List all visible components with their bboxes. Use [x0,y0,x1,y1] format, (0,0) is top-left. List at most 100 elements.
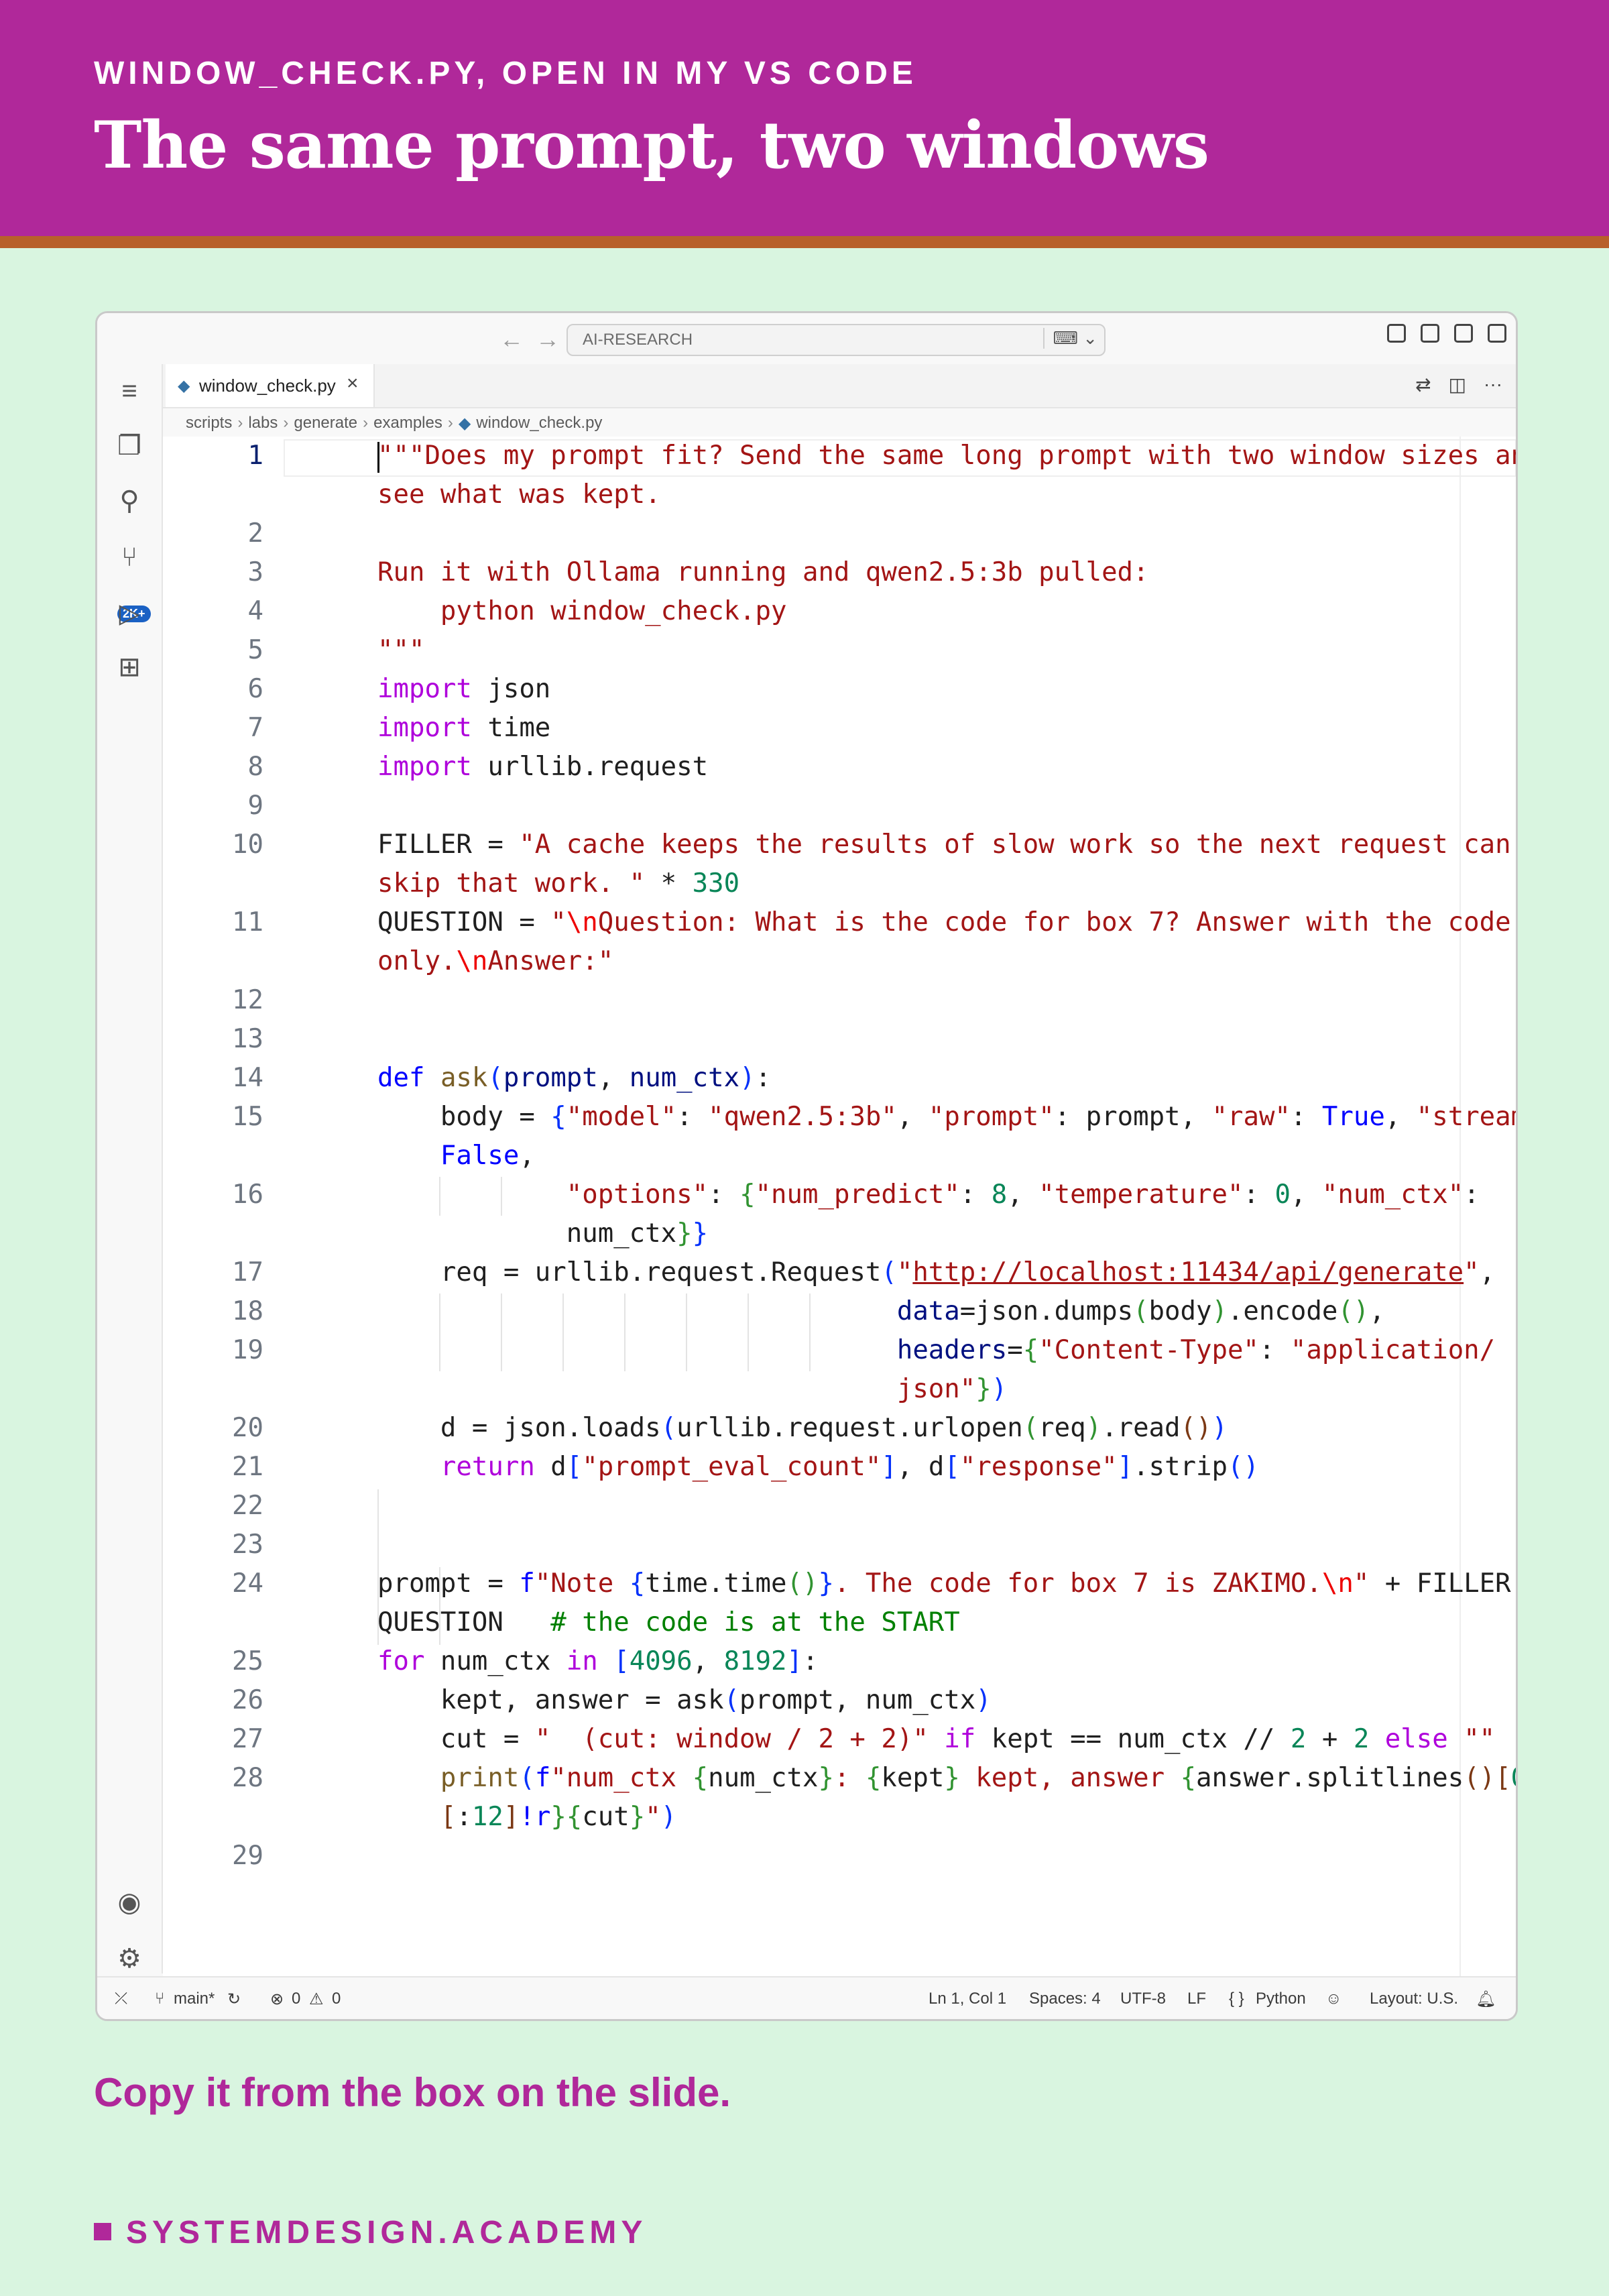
brand-square-icon [94,2223,111,2241]
close-icon[interactable]: × [347,372,359,395]
copilot-status-icon[interactable]: ☺ [1325,1990,1342,2008]
chevron-right-icon: › [363,414,369,432]
more-actions-icon[interactable]: ··· [1484,374,1502,396]
copilot-icon[interactable]: ⌨ ⌄ [1043,328,1097,349]
sync-icon[interactable]: ↻ [227,1990,241,2009]
brand: SYSTEMDESIGN.ACADEMY [94,2214,647,2251]
toggle-panel-icon[interactable] [1454,324,1473,343]
toggle-primary-sidebar-icon[interactable] [1421,324,1439,343]
code-line: "options": {"num_predict": 8, "temperatu… [566,1180,1480,1210]
chevron-right-icon: › [237,414,243,432]
breadcrumb-labs[interactable]: labs [248,414,278,433]
line-number: 3 [247,557,263,587]
code-line: QUESTION # the code is at the START [377,1607,960,1638]
code-line: False, [440,1141,535,1171]
extensions-icon[interactable]: ⊞ [113,651,145,683]
account-icon[interactable]: ◉ [113,1886,145,1918]
line-number: 27 [232,1724,263,1754]
breadcrumb-examples[interactable]: examples [373,414,442,433]
warning-count[interactable]: 0 [332,1990,341,2008]
line-number: 17 [232,1257,263,1287]
keyboard-layout[interactable]: Layout: U.S. [1370,1990,1458,2008]
python-file-icon: ◆ [458,414,471,433]
code-line: skip that work. " * 330 [377,868,740,899]
branch-icon: ⑂ [155,1990,165,2008]
code-line: print(f"num_ctx {num_ctx}: {kept} kept, … [440,1763,1516,1793]
line-number: 10 [232,829,263,860]
run-debug-icon[interactable]: ▷ [113,597,145,630]
line-number: 22 [232,1491,263,1521]
source-control-icon[interactable]: ⑂ [113,541,145,573]
line-number: 20 [232,1413,263,1443]
code-line: import time [377,713,551,743]
line-number: 4 [247,596,263,626]
code-editor[interactable]: 1 2 3 4 5 6 7 8 9 10 11 12 13 14 15 16 1… [163,437,1516,1976]
error-count[interactable]: 0 [292,1990,300,2008]
breadcrumb-scripts[interactable]: scripts [186,414,232,433]
brand-label: SYSTEMDESIGN.ACADEMY [126,2215,648,2250]
line-number: 16 [232,1180,263,1210]
code-line: [:12]!r}{cut}") [440,1802,677,1832]
line-number: 14 [232,1063,263,1093]
code-line: only.\nAnswer:" [377,946,614,976]
gear-icon[interactable]: ⚙ [113,1943,145,1975]
code-line: for num_ctx in [4096, 8192]: [377,1646,819,1676]
branch-name[interactable]: main* [174,1990,215,2008]
status-bar: ⤫ ⑂ main* ↻ ⊗ 0 ⚠ 0 Ln 1, Col 1 Spaces: … [97,1976,1516,2019]
code-line: json"}) [896,1374,1008,1404]
warning-icon: ⚠ [309,1990,324,2008]
error-icon: ⊗ [270,1990,284,2008]
line-number: 6 [247,674,263,704]
code-line: see what was kept. [377,479,661,510]
cursor-position[interactable]: Ln 1, Col 1 [929,1990,1006,2008]
line-number: 23 [232,1530,263,1560]
compare-changes-icon[interactable]: ⇄ [1415,374,1431,396]
chevron-right-icon: › [283,414,289,432]
code-line: FILLER = "A cache keeps the results of s… [377,829,1511,860]
code-line: num_ctx}} [377,1218,709,1249]
menu-icon[interactable]: ≡ [113,375,145,407]
explorer-icon[interactable]: ❐ [113,430,145,462]
breadcrumb-generate[interactable]: generate [294,414,357,433]
code-line: import json [377,674,551,704]
header-eyebrow: WINDOW_CHECK.PY, OPEN IN MY VS CODE [94,56,917,91]
code-line: headers={"Content-Type": "application/ [896,1335,1496,1365]
line-number: 26 [232,1685,263,1715]
line-number: 21 [232,1452,263,1482]
title-bar: ←→ AI-RESEARCH ⌨ ⌄ [97,313,1516,364]
braces-icon: { } [1229,1990,1244,2008]
search-icon[interactable]: ⚲ [113,485,145,517]
page-title: The same prompt, two windows [94,107,1209,183]
nav-arrows[interactable]: ←→ [499,325,572,353]
code-line: prompt = f"Note {time.time()}. The code … [377,1568,1511,1599]
breadcrumb-file[interactable]: window_check.py [476,414,602,433]
line-number: 29 [232,1841,263,1871]
code-line: def ask(prompt, num_ctx): [377,1063,772,1093]
code-line: """Does my prompt fit? Send the same lon… [377,441,1518,471]
language-mode[interactable]: Python [1256,1990,1306,2008]
code-line: QUESTION = "\nQuestion: What is the code… [377,907,1511,937]
breadcrumb: scripts › labs › generate › examples › ◆… [186,410,602,437]
code-line: body = {"model": "qwen2.5:3b", "prompt":… [377,1102,1516,1132]
remote-icon[interactable]: ⤫ [115,1990,127,2008]
line-number: 28 [232,1763,263,1793]
toggle-secondary-sidebar-icon[interactable] [1488,324,1506,343]
indentation[interactable]: Spaces: 4 [1029,1990,1101,2008]
encoding[interactable]: UTF-8 [1120,1990,1166,2008]
line-ending[interactable]: LF [1187,1990,1206,2008]
line-number: 5 [247,635,263,665]
bell-icon[interactable]: 🔔︎ [1476,1990,1496,2009]
line-number: 1 [247,441,263,471]
split-editor-icon[interactable]: ◫ [1449,374,1466,396]
tab-window-check[interactable]: ◆ window_check.py × [166,364,375,407]
line-number: 15 [232,1102,263,1132]
customize-layout-icon[interactable] [1387,324,1406,343]
code-line: kept, answer = ask(prompt, num_ctx) [377,1685,992,1715]
activity-bar: ≡ ❐ ⚲ ⑂ 2K+ ▷ ⊞ ◉ ⚙ [97,364,163,1973]
line-number: 19 [232,1335,263,1365]
code-line: import urllib.request [377,752,709,782]
tab-strip: ◆ window_check.py × ⇄ ◫ ··· [163,364,1516,408]
command-center[interactable]: AI-RESEARCH ⌨ ⌄ [567,324,1106,356]
code-line: d = json.loads(urllib.request.urlopen(re… [377,1413,1228,1443]
line-number: 9 [247,791,263,821]
